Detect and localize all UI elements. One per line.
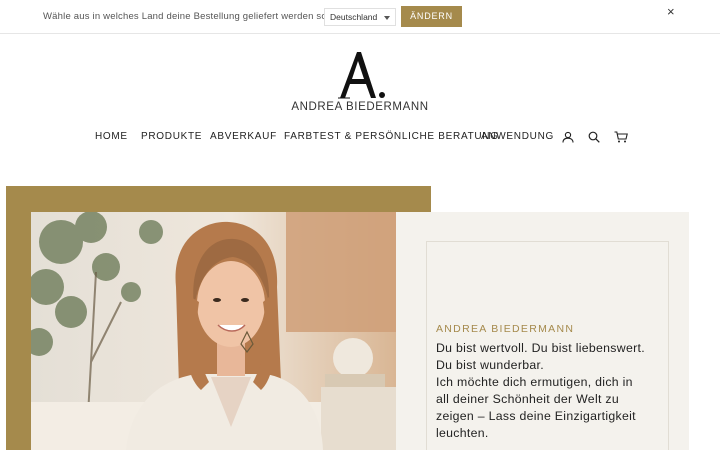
search-icon[interactable] [588, 131, 600, 143]
country-prompt: Wähle aus in welches Land deine Bestellu… [43, 11, 335, 22]
nav-item-anwendung[interactable]: ANWENDUNG [481, 131, 554, 142]
hero-text-line: Du bist wunderbar. [436, 357, 544, 372]
site-logo[interactable]: ANDREA BIEDERMANN [0, 48, 720, 113]
nav-item-produkte[interactable]: PRODUKTE [141, 131, 202, 142]
hero-text-line: Du bist wertvoll. Du bist liebenswert. [436, 341, 645, 355]
country-select[interactable]: Deutschland [324, 8, 396, 26]
account-icon[interactable] [562, 131, 574, 143]
hero-text-line: leuchten. [436, 425, 489, 440]
cart-icon[interactable] [614, 131, 628, 143]
close-icon[interactable]: × [667, 5, 675, 18]
hero-text-line: all deiner Schönheit der Welt zu [436, 391, 619, 406]
logo-monogram-icon [338, 52, 385, 99]
change-country-button[interactable]: ÄNDERN [401, 6, 462, 27]
chevron-down-icon [384, 16, 390, 20]
nav-item-abverkauf[interactable]: ABVERKAUF [210, 131, 277, 142]
brand-name: ANDREA BIEDERMANN [291, 101, 429, 113]
country-selector-bar: Wähle aus in welches Land deine Bestellu… [0, 0, 720, 34]
hero-name: ANDREA BIEDERMANN [436, 323, 575, 335]
nav-item-home[interactable]: HOME [95, 131, 128, 142]
country-select-value: Deutschland [330, 12, 378, 22]
hero-portrait-image [31, 212, 396, 450]
hero-text-line: Ich möchte dich ermutigen, dich in [436, 374, 633, 389]
main-navigation: HOME PRODUKTE ABVERKAUF FARBTEST & PERSÖ… [0, 131, 720, 145]
nav-item-farbtest[interactable]: FARBTEST & PERSÖNLICHE BERATUNG [284, 131, 499, 142]
hero-text-line: zeigen – Lass deine Einzigartigkeit [436, 408, 636, 423]
hero-text: Du bist wertvoll. Du bist liebenswert. D… [436, 340, 668, 441]
